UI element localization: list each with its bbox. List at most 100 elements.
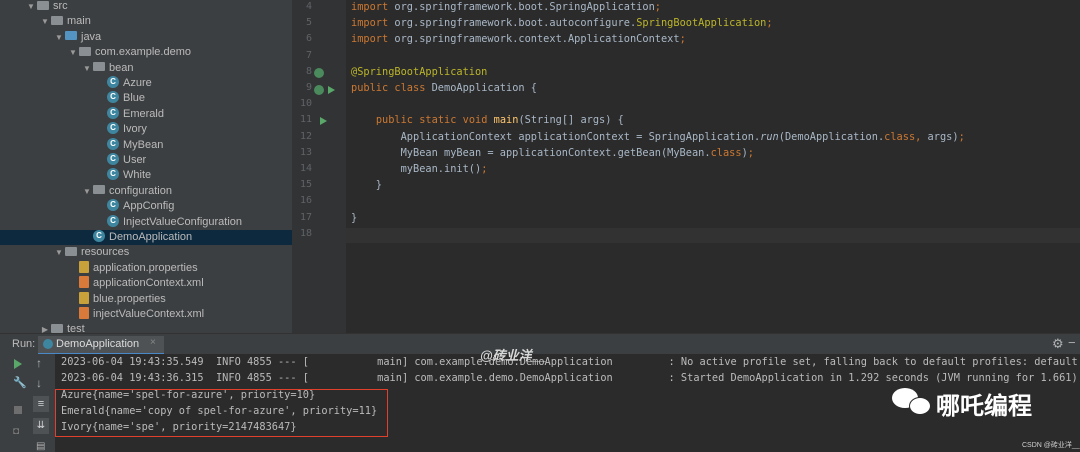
code-line[interactable]: MyBean myBean = applicationContext.getBe…	[351, 147, 754, 159]
tree-item[interactable]: application.properties	[0, 260, 292, 276]
code-line[interactable]: ApplicationContext applicationContext = …	[351, 131, 965, 143]
chevron-icon[interactable]: ▼	[26, 0, 36, 14]
tree-item[interactable]: ▼ main	[0, 14, 292, 29]
java-class-icon: C	[107, 91, 119, 104]
run-main-icon[interactable]	[320, 117, 327, 125]
code-line[interactable]: }	[351, 212, 357, 224]
tree-item-label: java	[81, 30, 102, 43]
xml-file-icon	[79, 307, 89, 320]
tree-item-label: User	[123, 154, 147, 166]
scroll-to-end-icon[interactable]: ⇊	[33, 418, 49, 434]
run-class-icon[interactable]	[328, 86, 335, 94]
line-number: 15	[299, 179, 312, 191]
tree-item[interactable]: C Ivory	[0, 122, 292, 137]
hide-panel-icon[interactable]: −	[1068, 335, 1076, 350]
settings-gear-icon[interactable]: ⚙	[1052, 336, 1064, 352]
rerun-icon[interactable]	[14, 359, 22, 369]
java-class-icon: C	[93, 230, 105, 243]
spring-bean-icon[interactable]	[314, 68, 324, 78]
tree-item-label: MyBean	[123, 138, 164, 151]
java-class-icon: C	[107, 76, 119, 89]
wrench-icon[interactable]: 🔧	[13, 376, 27, 389]
print-icon[interactable]: ▤	[36, 441, 45, 452]
tree-item[interactable]: applicationContext.xml	[0, 276, 292, 291]
current-line-highlight	[346, 228, 1080, 243]
chevron-icon[interactable]: ▶	[40, 322, 50, 333]
soft-wrap-icon[interactable]: ≡	[33, 396, 49, 412]
tab-demo-application[interactable]: DemoApplication ×	[38, 336, 164, 355]
tree-item-label: injectValueContext.xml	[93, 308, 205, 320]
line-number: 8	[305, 65, 312, 77]
output-highlight-box	[55, 389, 388, 437]
tree-item[interactable]: injectValueContext.xml	[0, 307, 292, 322]
tree-item[interactable]: C MyBean	[0, 137, 292, 153]
tree-item[interactable]: C Emerald	[0, 106, 292, 122]
chevron-icon[interactable]: ▼	[54, 30, 64, 45]
tree-item[interactable]: ▼ bean	[0, 61, 292, 76]
code-editor[interactable]: import org.springframework.boot.SpringAp…	[346, 0, 1080, 333]
scroll-down-icon[interactable]: ↓	[36, 376, 42, 390]
line-number: 12	[299, 130, 312, 142]
tree-item-label: Emerald	[123, 107, 164, 120]
properties-file-icon	[79, 291, 89, 304]
tree-item[interactable]: C Azure	[0, 76, 292, 91]
run-tab-label: DemoApplication	[56, 338, 140, 350]
code-line[interactable]: public static void main(String[] args) {	[351, 114, 624, 126]
tree-item[interactable]: C White	[0, 168, 292, 183]
tree-item-label: AppConfig	[123, 200, 175, 213]
line-number: 13	[299, 146, 312, 158]
line-number: 9	[305, 82, 312, 93]
tree-item-label: Blue	[123, 92, 146, 105]
line-number: 16	[299, 195, 312, 207]
code-line[interactable]: import org.springframework.context.Appli…	[351, 33, 686, 45]
code-line[interactable]: @SpringBootApplication	[351, 66, 487, 78]
tree-item[interactable]: ▼ configuration	[0, 184, 292, 199]
code-line[interactable]: import org.springframework.boot.autoconf…	[351, 17, 773, 29]
xml-file-icon	[79, 276, 89, 289]
package-icon	[93, 62, 105, 72]
scroll-up-icon[interactable]: ↑	[36, 356, 42, 370]
wechat-icon-bubble	[909, 397, 931, 415]
tree-item[interactable]: C InjectValueConfiguration	[0, 214, 292, 230]
tree-item[interactable]: C AppConfig	[0, 199, 292, 214]
tree-item-label: configuration	[109, 184, 172, 197]
line-number: 6	[305, 33, 312, 45]
line-number: 7	[305, 49, 312, 61]
chevron-icon[interactable]: ▼	[54, 245, 64, 260]
code-line[interactable]: myBean.init();	[351, 163, 488, 175]
tree-item[interactable]: ▶ test	[0, 322, 292, 333]
chevron-icon[interactable]: ▼	[82, 61, 92, 76]
java-class-icon: C	[107, 137, 119, 150]
code-line[interactable]: public class DemoApplication {	[351, 82, 537, 94]
folder-icon	[51, 15, 63, 25]
spring-bean-icon[interactable]	[314, 85, 324, 95]
tree-item[interactable]: ▼ resources	[0, 245, 292, 260]
stop-icon[interactable]	[14, 406, 22, 414]
app-icon	[43, 339, 53, 349]
folder-icon	[51, 323, 63, 333]
java-class-icon: C	[107, 122, 119, 135]
chevron-icon[interactable]: ▼	[82, 184, 92, 199]
code-line[interactable]: }	[351, 179, 382, 191]
tree-item-label: src	[53, 0, 68, 12]
editor-gutter: 4 5 6 7 8 9 10 11 12 13 14 15 16 17 18	[292, 0, 346, 333]
line-number: 14	[299, 163, 312, 174]
tree-item[interactable]: C User	[0, 153, 292, 168]
close-tab-icon[interactable]: ×	[150, 337, 156, 348]
tree-item[interactable]: ▼ com.example.demo	[0, 45, 292, 60]
chevron-icon[interactable]: ▼	[68, 45, 78, 60]
tree-item[interactable]: ▼ java	[0, 30, 292, 45]
tree-item[interactable]: blue.properties	[0, 291, 292, 307]
line-number: 18	[299, 227, 312, 239]
camera-icon[interactable]: ◘	[13, 426, 19, 437]
folder-icon	[37, 0, 49, 10]
tree-item[interactable]: C Blue	[0, 91, 292, 106]
author-watermark: @砖业洋__	[480, 348, 547, 363]
tree-item[interactable]: C DemoApplication	[0, 230, 292, 246]
log-line: 2023-06-04 19:43:36.315 INFO 4855 --- [ …	[61, 372, 1078, 384]
chevron-icon[interactable]: ▼	[40, 14, 50, 29]
tree-item[interactable]: ▼ src	[0, 0, 292, 14]
code-line[interactable]: import org.springframework.boot.SpringAp…	[351, 1, 661, 13]
line-number: 4	[305, 1, 312, 12]
project-tree: ▼ src ▼ main ▼ java ▼ com.example.demo ▼ bean C Azu…	[0, 0, 292, 333]
